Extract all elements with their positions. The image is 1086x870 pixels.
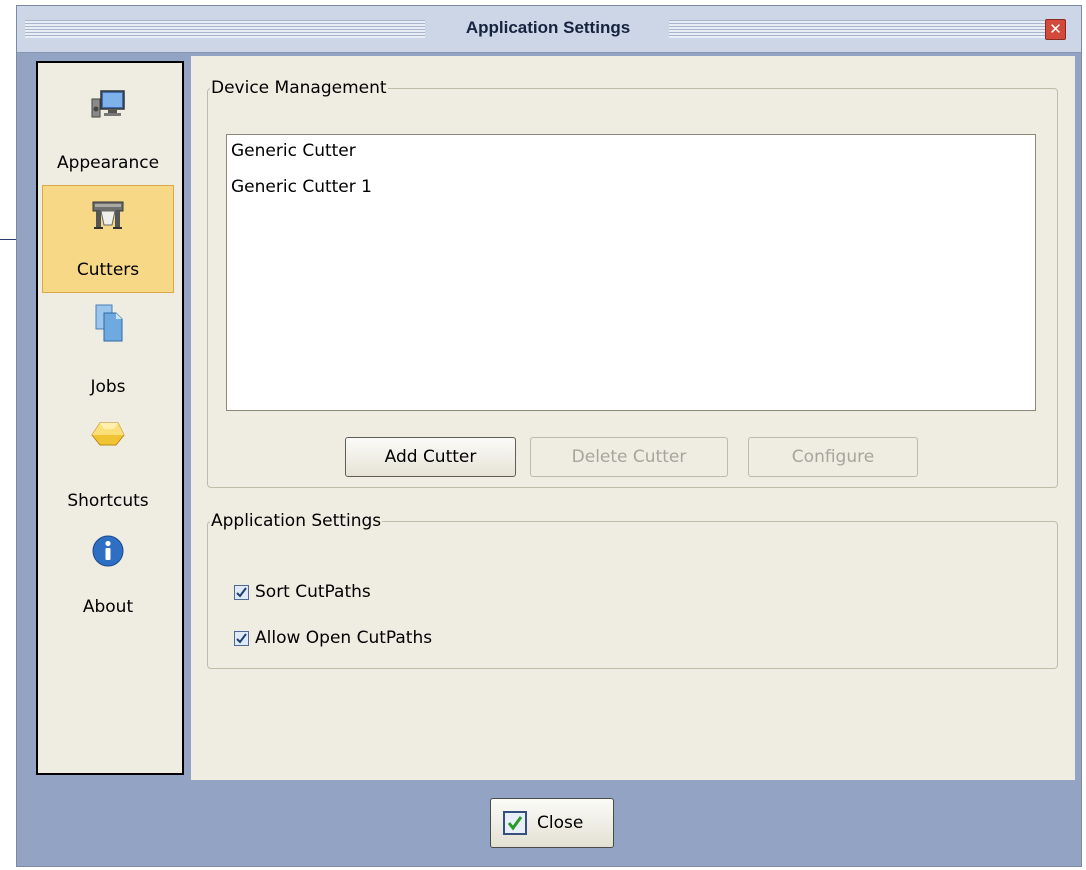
list-item[interactable]: Generic Cutter	[231, 141, 356, 161]
settings-sidebar: Appearance Cutters Jobs Shortcuts About	[36, 61, 184, 775]
sort-cutpaths-label: Sort CutPaths	[255, 582, 371, 602]
allow-open-cutpaths-checkbox[interactable]	[234, 631, 249, 646]
title-bar[interactable]: Application Settings ✕	[17, 6, 1081, 53]
delete-cutter-button[interactable]: Delete Cutter	[530, 437, 728, 477]
close-x-icon[interactable]: ✕	[1045, 19, 1066, 40]
title-bar-grip-right	[669, 20, 1045, 38]
list-item[interactable]: Generic Cutter 1	[231, 177, 372, 197]
gold-bar-icon	[90, 415, 126, 451]
sidebar-item-label: About	[82, 597, 134, 617]
application-settings-group: Application Settings Sort CutPaths Allow…	[207, 511, 1058, 669]
settings-content-panel: Device Management Generic Cutter Generic…	[191, 56, 1075, 780]
close-button-label: Close	[537, 813, 584, 833]
info-icon	[90, 533, 126, 569]
sidebar-item-shortcuts[interactable]: Shortcuts	[40, 415, 176, 515]
sidebar-item-about[interactable]: About	[40, 533, 176, 633]
sidebar-item-jobs[interactable]: Jobs	[40, 301, 176, 403]
sidebar-item-label: Appearance	[56, 153, 160, 173]
device-list[interactable]: Generic Cutter Generic Cutter 1	[226, 134, 1036, 411]
sidebar-item-label: Cutters	[76, 260, 140, 280]
sidebar-item-label: Jobs	[90, 377, 126, 397]
device-management-group: Device Management Generic Cutter Generic…	[207, 78, 1058, 488]
cutter-plotter-icon	[90, 196, 126, 232]
title-bar-grip-left	[25, 20, 425, 38]
sort-cutpaths-checkbox[interactable]	[234, 585, 249, 600]
device-management-legend: Device Management	[211, 78, 387, 98]
sidebar-item-appearance[interactable]: Appearance	[40, 83, 176, 183]
monitor-speaker-icon	[90, 87, 126, 123]
sidebar-item-label: Shortcuts	[67, 491, 149, 511]
check-icon	[503, 811, 527, 835]
application-settings-legend: Application Settings	[211, 511, 382, 531]
sidebar-item-cutters[interactable]: Cutters	[42, 185, 174, 293]
settings-dialog: Application Settings ✕ Appearance Cutter…	[16, 5, 1082, 867]
add-cutter-button[interactable]: Add Cutter	[345, 437, 516, 477]
allow-open-cutpaths-label: Allow Open CutPaths	[255, 628, 433, 648]
documents-icon	[90, 303, 126, 342]
close-button[interactable]: Close	[490, 798, 614, 848]
configure-button[interactable]: Configure	[748, 437, 918, 477]
dialog-title: Application Settings	[465, 18, 631, 37]
